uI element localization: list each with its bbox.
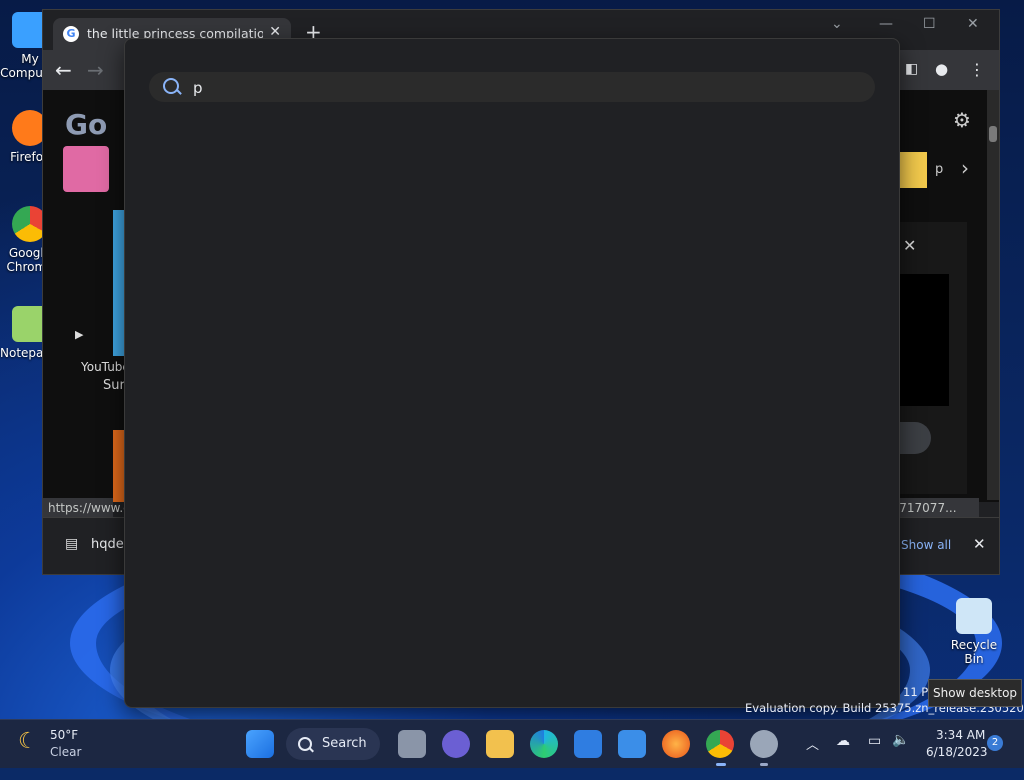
- clock-date[interactable]: 6/18/2023: [926, 745, 988, 759]
- weather-condition[interactable]: Clear: [50, 745, 81, 759]
- back-button[interactable]: ←: [55, 58, 72, 82]
- file-explorer-icon[interactable]: [486, 730, 514, 758]
- menu-kebab-icon[interactable]: ⋮: [969, 60, 985, 79]
- download-bar-close-icon[interactable]: ✕: [973, 535, 986, 553]
- play-arrow-icon[interactable]: ▶: [75, 328, 83, 341]
- volume-icon[interactable]: 🔈: [892, 732, 909, 748]
- task-view-icon[interactable]: [398, 730, 426, 758]
- panel-video: [899, 274, 949, 406]
- store-icon[interactable]: [574, 730, 602, 758]
- profile-icon[interactable]: ●: [935, 60, 948, 78]
- show-all-link[interactable]: Show all: [901, 538, 951, 552]
- show-desktop-tooltip: Show desktop: [928, 679, 1022, 707]
- panel-button[interactable]: [899, 422, 931, 454]
- moon-weather-icon: ☾: [18, 729, 38, 754]
- taskbar-search-label: Search: [322, 736, 367, 751]
- taskbar-search[interactable]: Search: [286, 728, 380, 760]
- tab-search-chevron-icon[interactable]: ⌄: [831, 16, 843, 32]
- omnibox[interactable]: [149, 72, 875, 102]
- google-favicon-icon: G: [63, 26, 79, 42]
- firefox-taskbar-icon[interactable]: [662, 730, 690, 758]
- edge-icon[interactable]: [530, 730, 558, 758]
- notification-badge[interactable]: 2: [987, 735, 1003, 751]
- page-scrollbar[interactable]: [987, 90, 999, 500]
- scrollbar-thumb[interactable]: [989, 126, 997, 142]
- minimize-button[interactable]: —: [879, 16, 893, 32]
- clock-time[interactable]: 3:34 AM: [936, 728, 985, 742]
- forward-button[interactable]: →: [87, 58, 104, 82]
- right-thumb-label: p: [935, 162, 944, 177]
- right-thumbnail[interactable]: [897, 152, 927, 188]
- omnibox-dropdown: [124, 38, 900, 708]
- settings-gear-icon[interactable]: ⚙: [953, 108, 971, 132]
- omnibox-input[interactable]: [191, 76, 855, 100]
- download-file-name[interactable]: hqdef: [91, 537, 128, 552]
- settings-running-indicator: [760, 763, 768, 766]
- desktop-icon-label: Recycle Bin: [950, 638, 998, 666]
- chrome-taskbar-icon[interactable]: [706, 730, 734, 758]
- panel-close-icon[interactable]: ✕: [903, 236, 916, 255]
- network-icon[interactable]: ▭: [868, 733, 881, 749]
- google-logo: Go: [65, 108, 108, 141]
- teams-icon[interactable]: [442, 730, 470, 758]
- recycle-bin-icon: [956, 598, 992, 634]
- start-button[interactable]: [246, 730, 274, 758]
- search-icon: [163, 78, 179, 94]
- mail-icon[interactable]: [618, 730, 646, 758]
- status-url: https://www.go: [43, 498, 138, 518]
- side-panel-icon[interactable]: ◧: [905, 61, 918, 77]
- file-icon: ▤: [65, 536, 79, 552]
- taskbar: ☾ 50°F Clear Search ︿ ☁ ▭ 🔈 3:34 AM 6/18…: [0, 719, 1024, 768]
- maximize-button[interactable]: ☐: [923, 16, 936, 32]
- desktop-icon-recycle-bin[interactable]: Recycle Bin: [944, 598, 1004, 666]
- cloud-sync-icon[interactable]: ☁: [836, 733, 850, 749]
- settings-taskbar-icon[interactable]: [750, 730, 778, 758]
- close-window-button[interactable]: ✕: [967, 16, 979, 32]
- right-panel: ✕: [899, 222, 967, 494]
- tray-overflow-chevron-icon[interactable]: ︿: [806, 734, 819, 753]
- video-thumbnail[interactable]: [63, 146, 109, 192]
- weather-temp[interactable]: 50°F: [50, 728, 78, 742]
- carousel-next-icon[interactable]: ›: [961, 156, 969, 180]
- sub-label: Sur: [103, 378, 125, 393]
- chrome-active-indicator: [716, 763, 726, 766]
- youtube-label: YouTube: [81, 360, 130, 374]
- search-icon: [298, 737, 312, 751]
